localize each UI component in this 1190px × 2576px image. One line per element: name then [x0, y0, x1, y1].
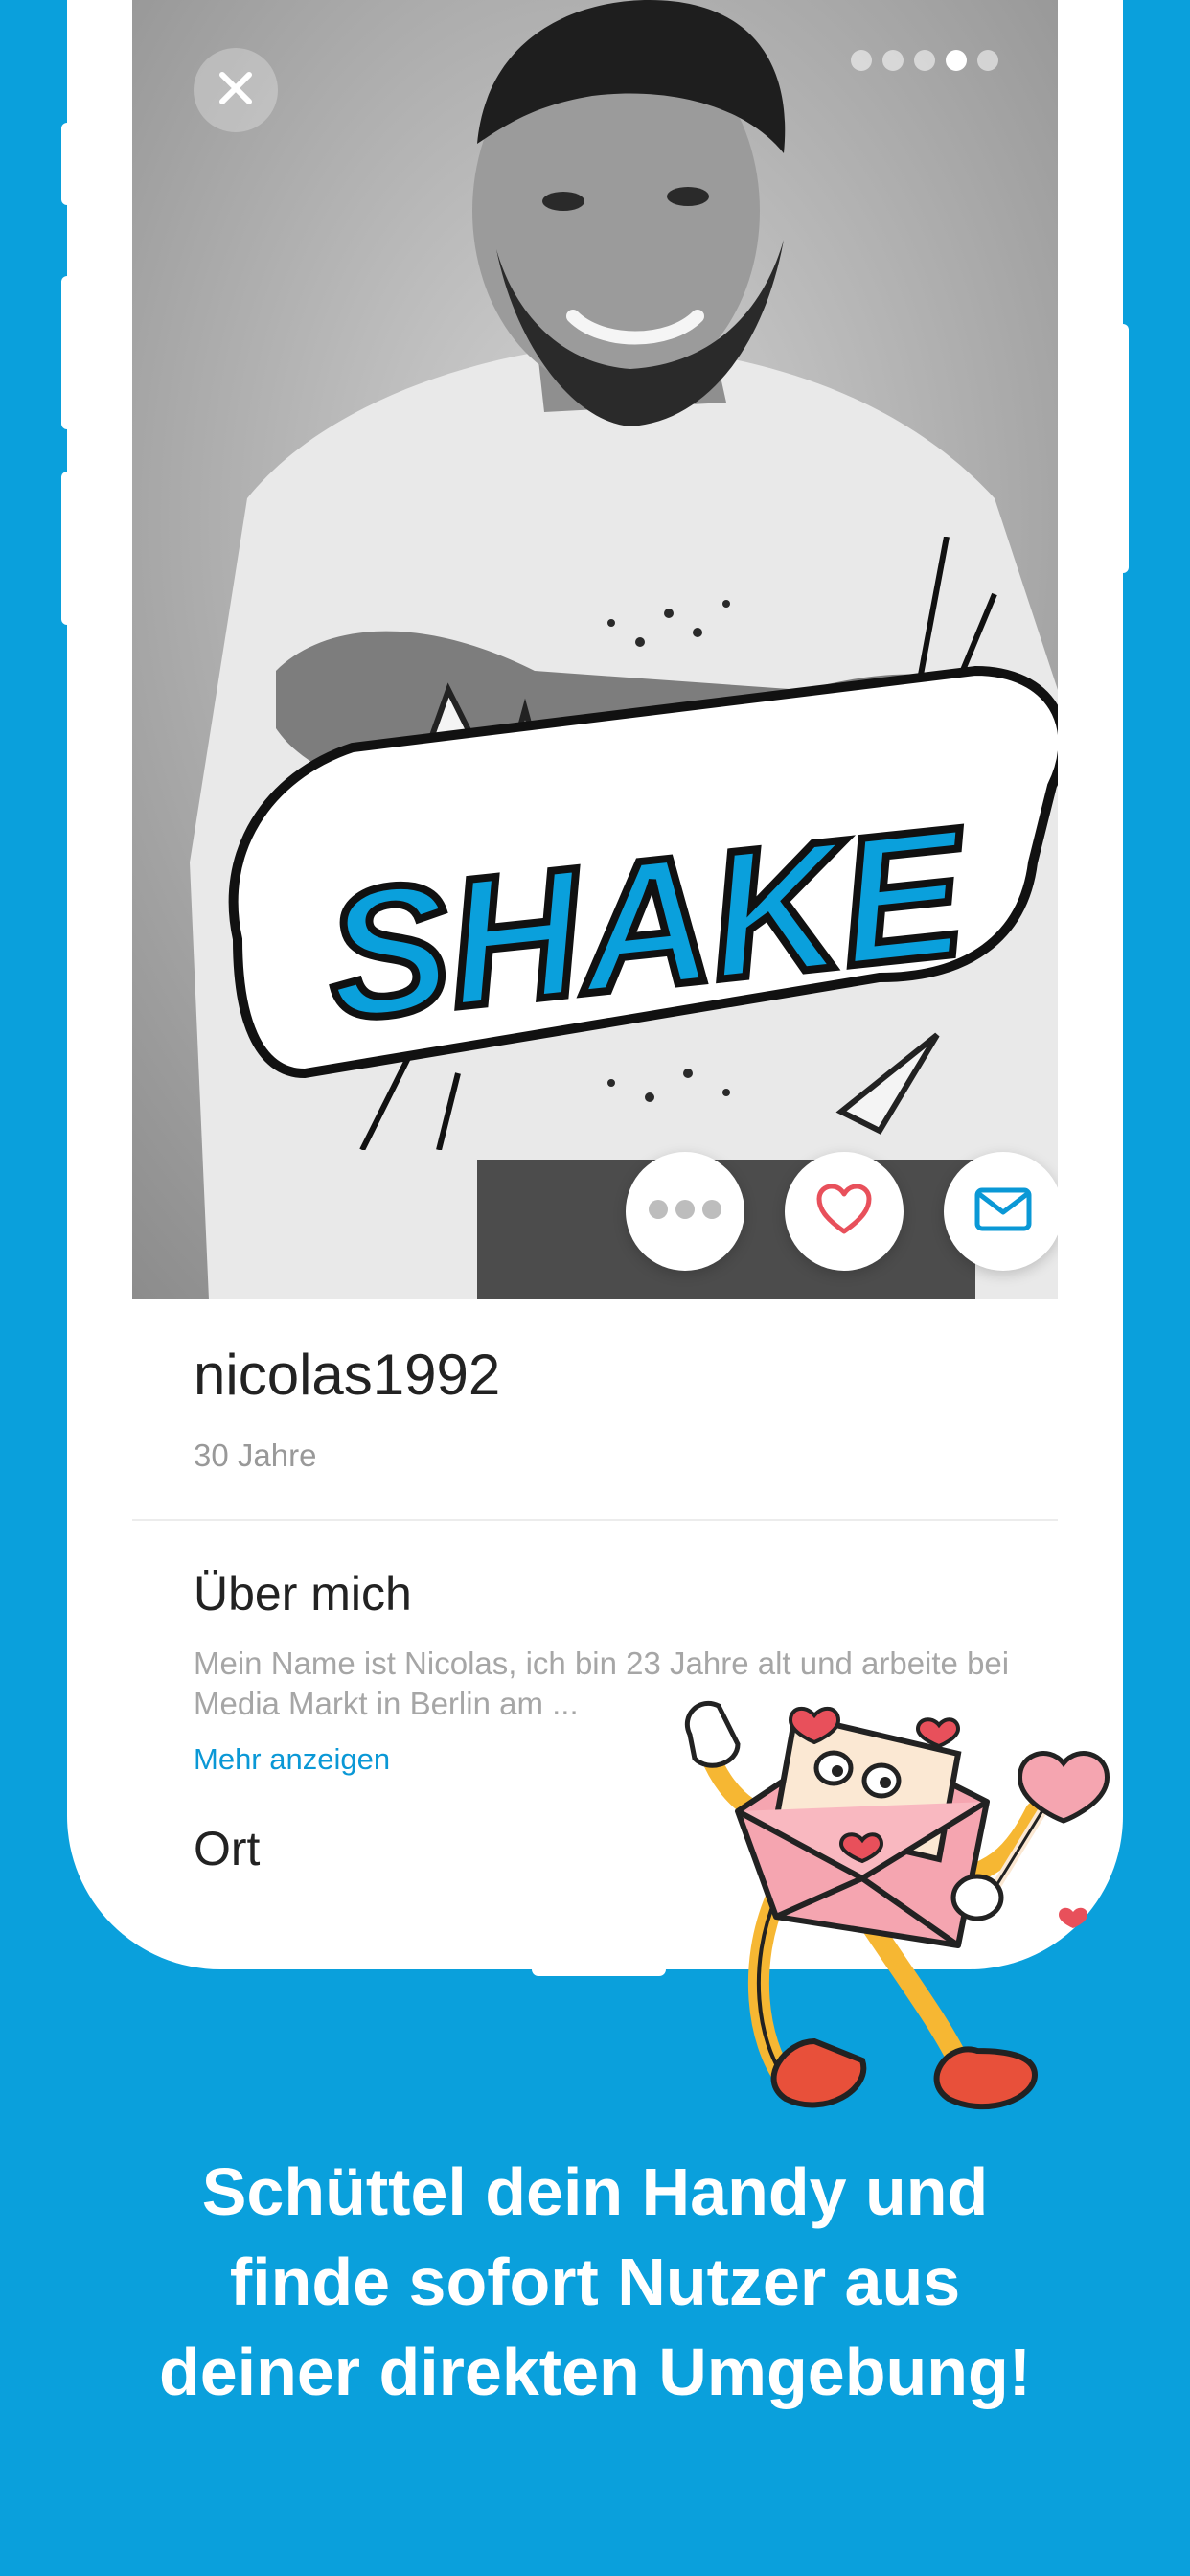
photo-pagination	[851, 50, 998, 71]
home-indicator	[532, 1963, 666, 1976]
close-button[interactable]	[194, 48, 278, 132]
location-heading: Ort	[194, 1822, 261, 1875]
close-icon	[217, 69, 255, 112]
more-dots-icon	[647, 1198, 723, 1226]
more-options-button[interactable]	[626, 1152, 744, 1271]
phone-screen: SHAKE nicolas1992 30 Jahre Über mich Mei…	[67, 0, 1123, 1969]
divider	[132, 1519, 1058, 1521]
photo-dot[interactable]	[851, 50, 872, 71]
shake-sticker: SHAKE	[228, 537, 1058, 1150]
photo-dot[interactable]	[977, 50, 998, 71]
profile-photo[interactable]: SHAKE	[132, 0, 1058, 1300]
photo-dot[interactable]	[882, 50, 904, 71]
promo-headline-line: deiner direkten Umgebung!	[158, 2334, 1032, 2409]
promo-headline-line: Schüttel dein Handy und	[201, 2154, 989, 2229]
promo-headline: Schüttel dein Handy und finde sofort Nut…	[0, 2147, 1190, 2417]
message-button[interactable]	[944, 1152, 1058, 1271]
envelope-mascot-illustration	[684, 1700, 1110, 2110]
photo-dot[interactable]	[914, 50, 935, 71]
envelope-icon	[974, 1187, 1032, 1236]
profile-age: 30 Jahre	[194, 1438, 317, 1473]
promo-headline-line: finde sofort Nutzer aus	[229, 2244, 961, 2319]
show-more-link[interactable]: Mehr anzeigen	[194, 1742, 390, 1777]
heart-icon	[815, 1184, 873, 1240]
photo-dot-active[interactable]	[946, 50, 967, 71]
profile-username: nicolas1992	[194, 1343, 501, 1407]
like-button[interactable]	[785, 1152, 904, 1271]
about-heading: Über mich	[194, 1567, 412, 1621]
